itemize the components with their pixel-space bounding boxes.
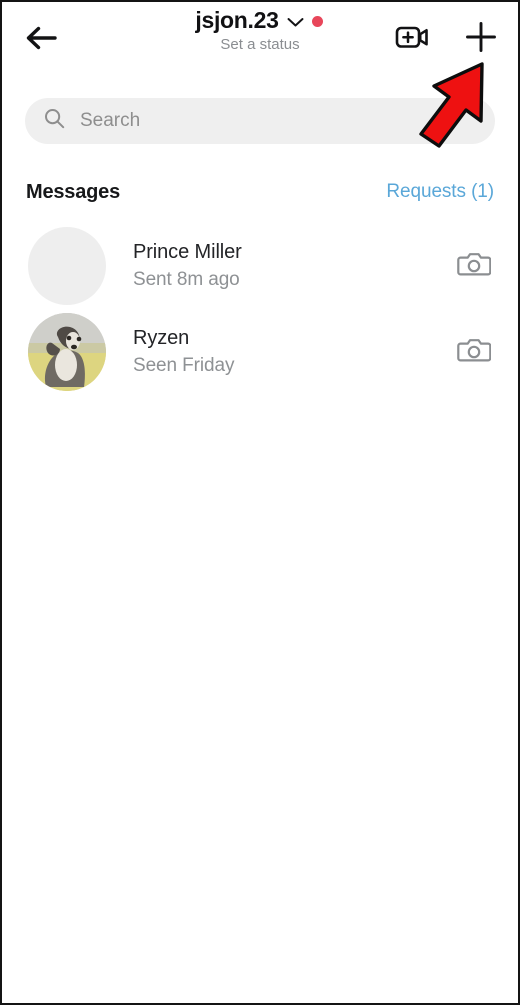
- header-actions: [392, 18, 502, 60]
- search-input[interactable]: Search: [80, 109, 140, 133]
- camera-button[interactable]: [452, 330, 496, 374]
- avatar[interactable]: [28, 313, 106, 391]
- plus-icon: [464, 20, 498, 59]
- page-title: jsjon.23: [195, 7, 279, 33]
- camera-icon: [457, 335, 492, 370]
- set-status-label[interactable]: Set a status: [220, 35, 299, 55]
- search-bar[interactable]: Search: [25, 98, 495, 144]
- messages-screen: jsjon.23 Set a status Search Messages Re…: [0, 0, 520, 1005]
- new-message-button[interactable]: [460, 18, 502, 60]
- video-call-button[interactable]: [392, 18, 434, 60]
- section-title-messages: Messages: [26, 180, 121, 203]
- red-status-dot: [311, 16, 323, 27]
- chat-status: Sent 8m ago: [133, 269, 240, 290]
- list-item[interactable]: Prince Miller Sent 8m ago: [2, 223, 518, 309]
- chat-text: Ryzen Seen Friday: [133, 325, 452, 379]
- chat-list: Prince Miller Sent 8m ago Ryzen Seen Fri…: [2, 223, 518, 395]
- video-call-add-icon: [395, 23, 431, 56]
- chat-name: Prince Miller: [133, 241, 242, 263]
- chevron-down-icon[interactable]: [286, 16, 305, 28]
- search-icon: [43, 107, 66, 135]
- chat-name: Ryzen: [133, 327, 190, 349]
- camera-icon: [457, 249, 492, 284]
- requests-link[interactable]: Requests (1): [386, 181, 494, 203]
- avatar[interactable]: [28, 227, 106, 305]
- camera-button[interactable]: [452, 244, 496, 288]
- account-switcher[interactable]: jsjon.23: [195, 6, 323, 34]
- list-item[interactable]: Ryzen Seen Friday: [2, 309, 518, 395]
- search-section: Search: [2, 98, 518, 144]
- header: jsjon.23 Set a status: [2, 2, 518, 80]
- messages-section-header: Messages Requests (1): [2, 177, 518, 207]
- chat-status: Seen Friday: [133, 355, 235, 376]
- chat-text: Prince Miller Sent 8m ago: [133, 239, 452, 293]
